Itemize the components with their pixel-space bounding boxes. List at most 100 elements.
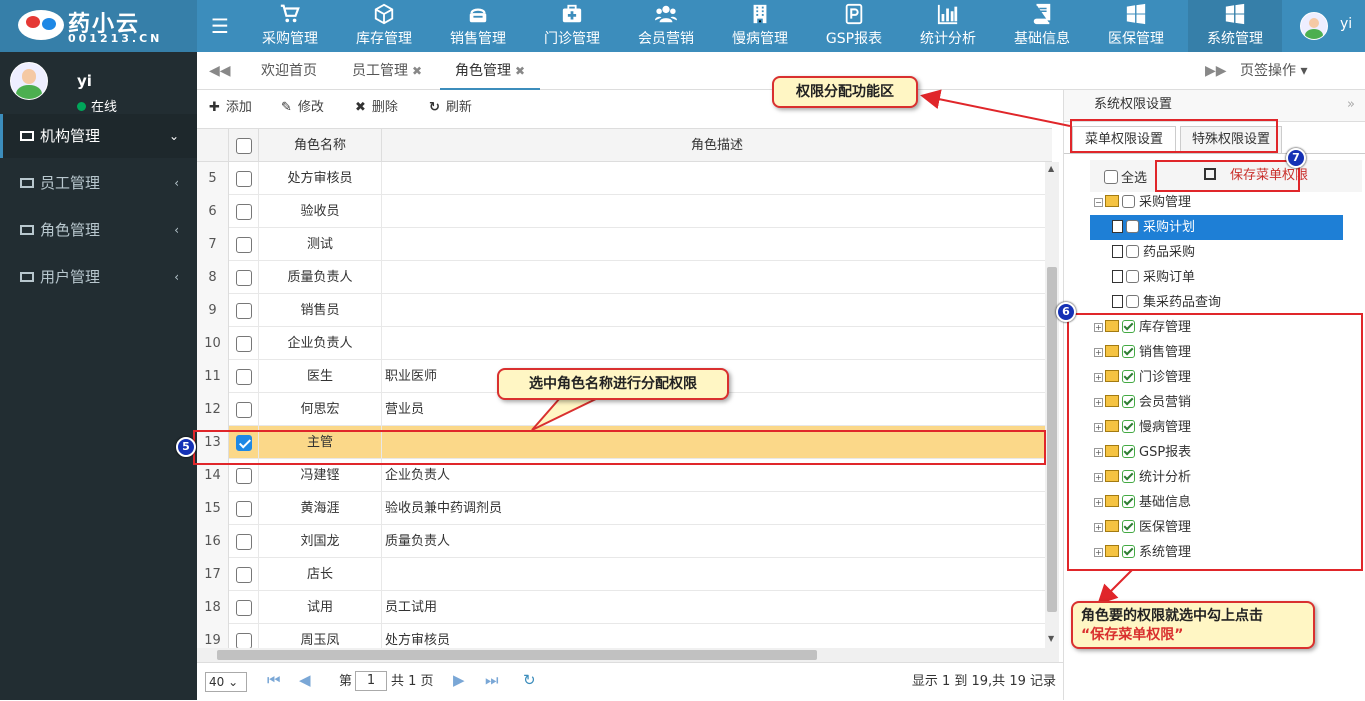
scrollbar-thumb[interactable] bbox=[217, 650, 817, 660]
topnav-item-system[interactable]: 系统管理 bbox=[1188, 0, 1282, 52]
tree-checkbox[interactable] bbox=[1122, 520, 1135, 533]
table-row[interactable]: 10 企业负责人 bbox=[197, 327, 1052, 360]
tree-checkbox[interactable] bbox=[1126, 270, 1139, 283]
expand-icon[interactable]: + bbox=[1094, 448, 1103, 457]
header-role-name[interactable]: 角色名称 bbox=[259, 129, 382, 163]
row-checkbox[interactable] bbox=[235, 467, 252, 484]
table-row[interactable]: 12 何思宏 营业员 bbox=[197, 393, 1052, 426]
row-checkbox[interactable] bbox=[235, 302, 252, 319]
tree-node-sales[interactable]: + 销售管理 bbox=[1094, 340, 1191, 365]
tab-staff[interactable]: 员工管理 ✖ bbox=[337, 52, 437, 90]
first-page-icon[interactable]: ⏮ bbox=[267, 671, 281, 689]
table-row[interactable]: 5 处方审核员 bbox=[197, 162, 1052, 195]
topnav-item-chronic[interactable]: 慢病管理 bbox=[713, 0, 807, 52]
scroll-down-icon[interactable]: ▼ bbox=[1048, 634, 1054, 643]
app-logo[interactable]: 药小云 001213.CN bbox=[0, 0, 197, 52]
row-checkbox[interactable] bbox=[235, 566, 252, 583]
row-checkbox[interactable] bbox=[235, 434, 252, 451]
table-row[interactable]: 11 医生 职业医师 bbox=[197, 360, 1052, 393]
tree-node-drug-purchase[interactable]: 药品采购 bbox=[1112, 240, 1195, 265]
topnav-item-inventory[interactable]: 库存管理 bbox=[337, 0, 431, 52]
row-checkbox[interactable] bbox=[235, 170, 252, 187]
table-row-selected[interactable]: 13 主管 bbox=[197, 426, 1052, 459]
topnav-item-gsp[interactable]: GSP报表 bbox=[807, 0, 901, 52]
expand-icon[interactable]: + bbox=[1094, 323, 1103, 332]
table-row[interactable]: 6 验收员 bbox=[197, 195, 1052, 228]
reload-icon[interactable]: ↻ bbox=[523, 671, 536, 689]
row-checkbox[interactable] bbox=[235, 599, 252, 616]
tree-checkbox[interactable] bbox=[1122, 370, 1135, 383]
close-icon[interactable]: ✖ bbox=[412, 64, 422, 78]
sidebar-item-roles[interactable]: 角色管理 ‹ bbox=[0, 208, 197, 252]
tree-checkbox[interactable] bbox=[1122, 195, 1135, 208]
row-checkbox[interactable] bbox=[235, 269, 252, 286]
topnav-item-basic[interactable]: 基础信息 bbox=[995, 0, 1089, 52]
tree-node-clinic[interactable]: + 门诊管理 bbox=[1094, 365, 1191, 390]
table-row[interactable]: 15 黄海涯 验收员兼中药调剂员 bbox=[197, 492, 1052, 525]
table-row[interactable]: 17 店长 bbox=[197, 558, 1052, 591]
row-checkbox[interactable] bbox=[235, 203, 252, 220]
row-checkbox[interactable] bbox=[235, 500, 252, 517]
tree-node-purchase-order[interactable]: 采购订单 bbox=[1112, 265, 1195, 290]
select-all-checkbox[interactable] bbox=[1104, 170, 1118, 184]
table-row[interactable]: 19 周玉凤 处方审核员 bbox=[197, 624, 1052, 648]
table-row[interactable]: 8 质量负责人 bbox=[197, 261, 1052, 294]
row-checkbox[interactable] bbox=[235, 632, 252, 648]
page-size-select[interactable]: 40 ⌄ bbox=[205, 672, 247, 692]
topnav-item-members[interactable]: 会员营销 bbox=[619, 0, 713, 52]
expand-icon[interactable]: + bbox=[1094, 348, 1103, 357]
tree-node-gsp[interactable]: + GSP报表 bbox=[1094, 440, 1191, 465]
tree-checkbox[interactable] bbox=[1122, 395, 1135, 408]
tabs-scroll-left-icon[interactable]: ◀◀ bbox=[209, 52, 231, 90]
tree-checkbox[interactable] bbox=[1122, 320, 1135, 333]
sidebar-item-users[interactable]: 用户管理 ‹ bbox=[0, 255, 197, 299]
vertical-scrollbar[interactable]: ▲ ▼ bbox=[1045, 162, 1059, 648]
row-checkbox[interactable] bbox=[235, 335, 252, 352]
scrollbar-thumb[interactable] bbox=[1047, 267, 1057, 612]
tree-node-insurance[interactable]: + 医保管理 bbox=[1094, 515, 1191, 540]
expand-icon[interactable]: + bbox=[1094, 373, 1103, 382]
tree-node-system[interactable]: + 系统管理 bbox=[1094, 540, 1191, 565]
tab-operations-dropdown[interactable]: 页签操作 ▾ bbox=[1240, 52, 1307, 90]
expand-icon[interactable]: + bbox=[1094, 473, 1103, 482]
tree-node-chronic[interactable]: + 慢病管理 bbox=[1094, 415, 1191, 440]
tab-menu-permissions[interactable]: 菜单权限设置 bbox=[1072, 126, 1176, 154]
tree-node-central-purchase[interactable]: 集采药品查询 bbox=[1112, 290, 1221, 315]
user-menu[interactable]: yi bbox=[1290, 0, 1365, 52]
topnav-item-insurance[interactable]: 医保管理 bbox=[1089, 0, 1183, 52]
last-page-icon[interactable]: ⏭ bbox=[485, 671, 499, 689]
tree-node-purchase[interactable]: − 采购管理 bbox=[1094, 190, 1191, 215]
tree-node-basic[interactable]: + 基础信息 bbox=[1094, 490, 1191, 515]
tabs-scroll-right-icon[interactable]: ▶▶ bbox=[1205, 52, 1227, 90]
select-all-toggle[interactable]: 全选 bbox=[1104, 167, 1147, 186]
save-menu-permissions-button[interactable]: 保存菜单权限 bbox=[1186, 162, 1320, 190]
sidebar-item-org[interactable]: 机构管理 ⌄ bbox=[0, 114, 197, 158]
row-checkbox[interactable] bbox=[235, 533, 252, 550]
expand-icon[interactable]: + bbox=[1094, 423, 1103, 432]
refresh-button[interactable]: ↻ 刷新 bbox=[429, 90, 472, 126]
table-row[interactable]: 14 冯建铿 企业负责人 bbox=[197, 459, 1052, 492]
tree-checkbox[interactable] bbox=[1126, 220, 1139, 233]
table-row[interactable]: 7 测试 bbox=[197, 228, 1052, 261]
topnav-item-clinic[interactable]: 门诊管理 bbox=[525, 0, 619, 52]
next-page-icon[interactable]: ▶ bbox=[453, 671, 465, 689]
add-button[interactable]: ✚ 添加 bbox=[209, 90, 252, 126]
tree-checkbox[interactable] bbox=[1122, 495, 1135, 508]
row-checkbox[interactable] bbox=[235, 236, 252, 253]
scroll-up-icon[interactable]: ▲ bbox=[1048, 164, 1054, 173]
tree-node-inventory[interactable]: + 库存管理 bbox=[1094, 315, 1191, 340]
expand-icon[interactable]: + bbox=[1094, 523, 1103, 532]
expand-icon[interactable]: + bbox=[1094, 498, 1103, 507]
edit-button[interactable]: ✎ 修改 bbox=[281, 90, 324, 126]
tab-special-permissions[interactable]: 特殊权限设置 bbox=[1180, 126, 1282, 154]
tab-roles[interactable]: 角色管理 ✖ bbox=[440, 52, 540, 90]
header-role-desc[interactable]: 角色描述 bbox=[382, 129, 1052, 163]
table-row[interactable]: 16 刘国龙 质量负责人 bbox=[197, 525, 1052, 558]
select-all-checkbox[interactable] bbox=[235, 137, 252, 154]
collapse-icon[interactable]: − bbox=[1094, 198, 1103, 207]
tree-checkbox[interactable] bbox=[1122, 445, 1135, 458]
tab-welcome[interactable]: 欢迎首页 bbox=[242, 52, 336, 90]
tree-checkbox[interactable] bbox=[1126, 295, 1139, 308]
menu-toggle-icon[interactable]: ☰ bbox=[197, 0, 243, 52]
tree-node-stats[interactable]: + 统计分析 bbox=[1094, 465, 1191, 490]
